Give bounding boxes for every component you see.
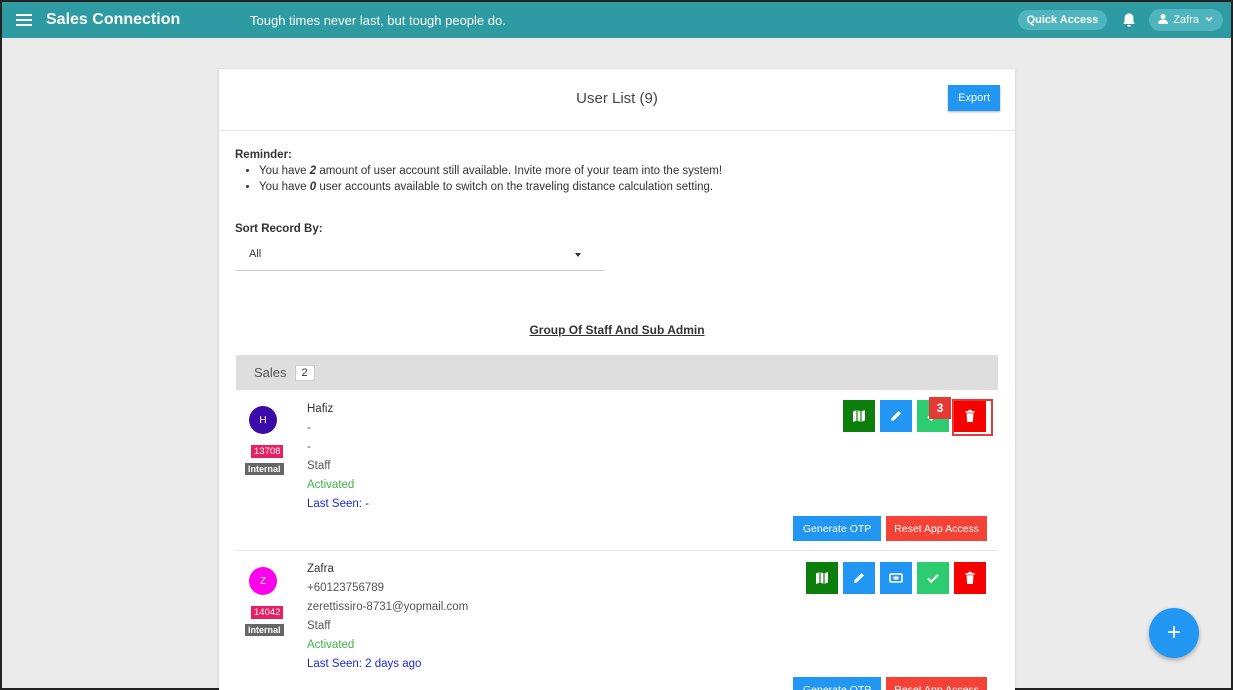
user-info: Zafra +60123756789 zerettissiro-8731@yop… [307,562,468,676]
user-phone: +60123756789 [307,582,385,594]
user-menu-button[interactable]: Zafra [1149,9,1223,31]
hamburger-menu-icon[interactable] [2,2,46,38]
delete-button[interactable] [954,562,986,594]
sort-select[interactable]: All [235,241,605,271]
user-id-badge: 13708 [251,445,284,458]
dropdown-caret-icon [575,253,581,257]
user-last-seen: Last Seen: - [307,498,370,510]
quick-access-button[interactable]: Quick Access [1017,10,1108,30]
device-icon [889,573,903,583]
edit-button[interactable] [880,400,912,432]
add-user-button[interactable]: + [1149,608,1199,658]
card-header: User List (9) Export [219,69,1015,131]
user-email: zerettissiro-8731@yopmail.com [307,601,469,613]
user-phone: - [307,422,311,434]
user-name: Zafra [307,563,334,575]
user-role: Staff [307,620,331,632]
user-role: Staff [307,460,331,472]
trash-icon [965,571,975,584]
map-icon [816,572,828,584]
user-actions [806,562,986,594]
generate-otp-button[interactable]: Generate OTP [793,516,882,541]
top-bar: Sales Connection Tough times never last,… [2,2,1231,38]
group-title: Group Of Staff And Sub Admin [529,323,705,337]
device-button[interactable] [880,562,912,594]
user-info: Hafiz - - Staff Activated Last Seen: - [307,402,369,516]
reset-app-access-button[interactable]: Reset App Access [886,677,987,690]
sort-selected-value: All [249,248,262,260]
sort-label: Sort Record By: [235,223,323,235]
person-icon [1157,13,1169,28]
reminder: Reminder: You have 2 amount of user acco… [235,149,722,195]
generate-otp-button[interactable]: Generate OTP [793,677,882,690]
reminder-title: Reminder: [235,149,292,161]
annotation-highlight-box [952,399,993,436]
activate-button[interactable] [917,562,949,594]
export-button[interactable]: Export [948,85,1000,111]
user-name: Hafiz [307,403,334,415]
user-type-badge: Internal [245,463,284,475]
check-icon [927,574,939,584]
user-bottom-buttons: Generate OTP Reset App Access [793,516,987,541]
user-list-card: User List (9) Export Reminder: You have … [219,69,1015,690]
reminder-item: You have 0 user accounts available to sw… [259,179,722,195]
user-name: Zafra [1173,14,1199,26]
app-title[interactable]: Sales Connection [46,11,250,29]
user-id-badge: 14042 [251,606,284,619]
chevron-down-icon [1203,13,1215,28]
map-button[interactable] [843,400,875,432]
group-header[interactable]: Sales 2 [236,355,998,390]
user-email: - [307,441,311,453]
map-icon [853,410,865,422]
reset-app-access-button[interactable]: Reset App Access [886,516,987,541]
pencil-icon [854,573,864,583]
group-name: Sales [254,365,287,380]
reminder-item: You have 2 amount of user account still … [259,163,722,179]
group-count-badge: 2 [294,364,315,381]
user-last-seen: Last Seen: 2 days ago [307,658,422,670]
map-button[interactable] [806,562,838,594]
user-bottom-buttons: Generate OTP Reset App Access [793,677,987,690]
user-status: Activated [307,479,355,491]
edit-button[interactable] [843,562,875,594]
avatar: Z [249,567,277,595]
user-status: Activated [307,639,355,651]
tagline: Tough times never last, but tough people… [250,12,506,28]
user-row: Z 14042 Internal Zafra +60123756789 zere… [236,551,998,690]
avatar: H [249,406,277,434]
user-row: H 13708 Internal Hafiz - - Staff Activat… [236,390,998,551]
page-title: User List (9) [576,90,658,107]
bell-icon[interactable] [1121,11,1139,29]
pencil-icon [891,411,901,421]
user-type-badge: Internal [245,624,284,636]
annotation-number: 3 [929,397,951,419]
